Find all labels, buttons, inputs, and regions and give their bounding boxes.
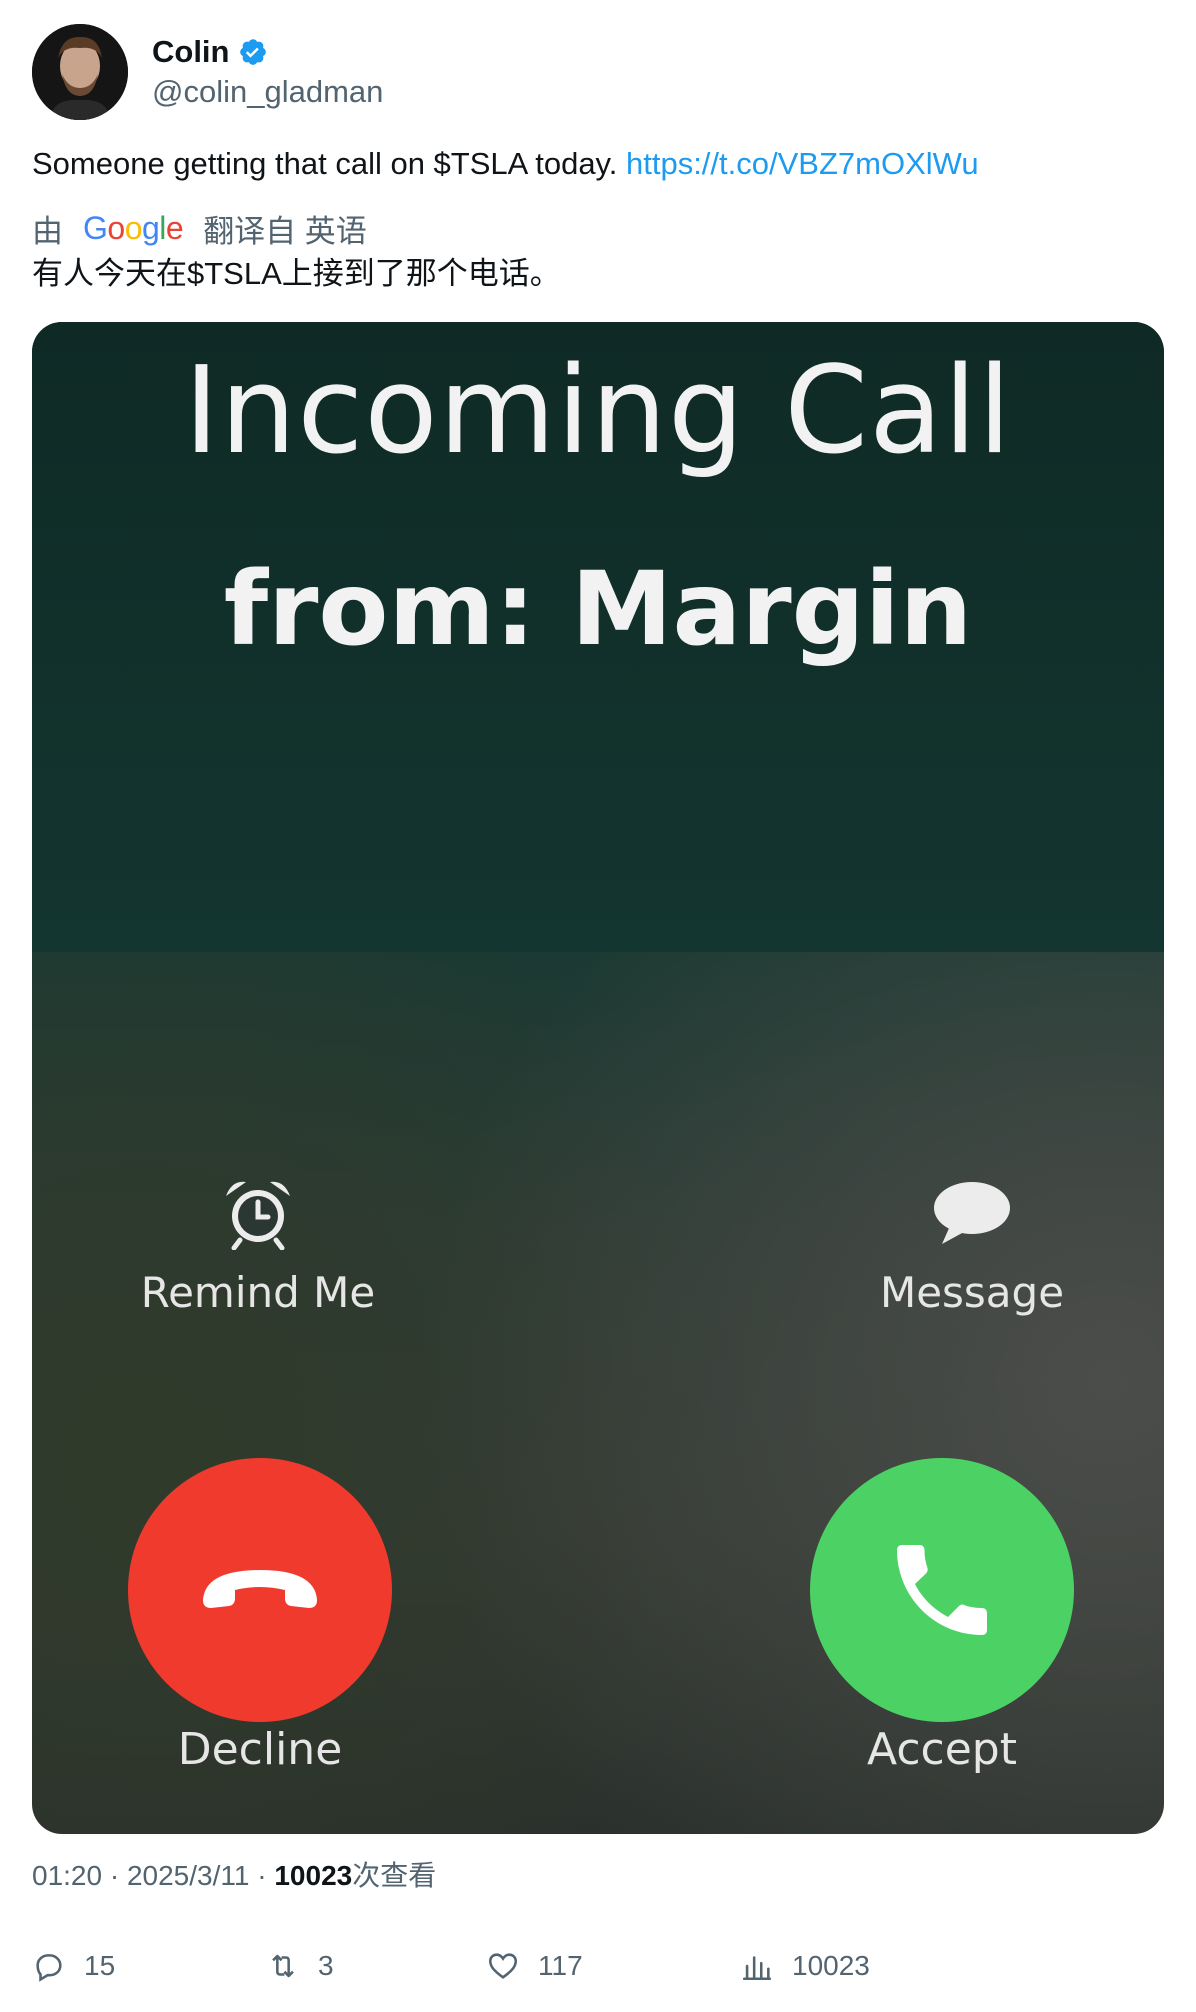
call-caller: from: Margin [223,550,973,669]
meta-separator: · [102,1860,127,1891]
translation-prefix: 由 [32,213,63,249]
decline-button [128,1458,392,1722]
tweet-date[interactable]: 2025/3/11 [127,1860,250,1891]
tweet: Colin @colin_gladman Someone getting tha… [32,24,1164,1986]
hang-up-phone-icon [203,1570,317,1608]
reply-count: 15 [84,1950,116,1981]
alarm-clock-icon [226,1181,290,1250]
decline-label: Decline [177,1724,343,1775]
tweet-text: Someone getting that call on $TSLA today… [32,142,1164,186]
tweet-time[interactable]: 01:20 [32,1860,102,1891]
accept-button [810,1458,1074,1722]
phone-icon [897,1545,987,1635]
reply-icon [36,1954,62,1982]
retweet-button[interactable]: 3 [266,1949,486,1983]
remind-me-option: Remind Me [128,1174,388,1317]
author-names: Colin @colin_gladman [152,32,383,112]
tweet-meta: 01:20 · 2025/3/11 · 10023次查看 [32,1856,1164,1896]
tweet-actions: 15 3 117 10023 [32,1946,1164,1986]
message-label: Message [879,1268,1065,1317]
translation-suffix: 翻译自 英语 [203,213,367,249]
reply-button[interactable]: 15 [32,1949,266,1983]
translated-text: 有人今天在$TSLA上接到了那个电话。 [32,256,561,291]
meta-separator: · [249,1860,275,1891]
like-count: 117 [538,1950,583,1981]
tweet-body: Someone getting that call on $TSLA today… [32,146,626,181]
views-count: 10023 [792,1950,870,1981]
views-button[interactable]: 10023 [740,1949,870,1983]
author-handle[interactable]: @colin_gladman [152,72,383,112]
google-logo: Google [83,209,184,246]
avatar-image [32,24,128,120]
tweet-link[interactable]: https://t.co/VBZ7mOXlWu [626,146,979,181]
display-name[interactable]: Colin [152,32,230,72]
view-count-suffix: 次查看 [352,1860,437,1891]
avatar[interactable] [32,24,128,120]
tweet-header: Colin @colin_gladman [32,24,1164,120]
retweet-icon [272,1954,294,1978]
tweet-media-image[interactable]: Incoming Call from: Margin Remind Me Mes… [32,322,1164,1834]
analytics-icon [742,1956,772,1981]
accept-label: Accept [867,1724,1017,1775]
message-bubble-icon [934,1182,1010,1244]
verified-badge-icon [239,39,266,65]
translation-attribution[interactable]: 由 Google 翻译自 英语 [32,206,1164,250]
like-button[interactable]: 117 [486,1949,740,1983]
view-count: 10023 [274,1860,353,1891]
message-option: Message [842,1174,1102,1317]
heart-icon [488,1953,518,1979]
retweet-count: 3 [318,1950,334,1981]
remind-me-label: Remind Me [140,1268,376,1317]
call-title: Incoming Call [183,342,1013,481]
